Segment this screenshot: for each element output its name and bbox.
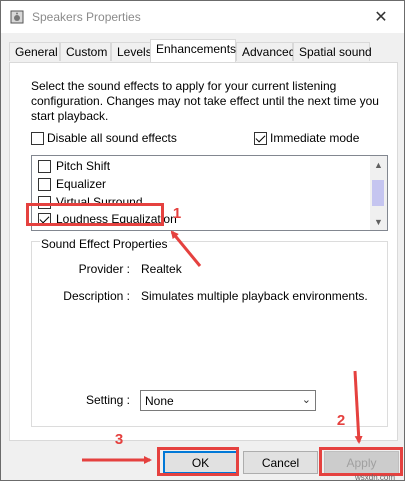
- setting-value: None: [145, 394, 174, 408]
- disable-all-checkbox[interactable]: [31, 132, 44, 145]
- setting-label: Setting :: [85, 393, 130, 407]
- enhancements-panel: Select the sound effects to apply for yo…: [9, 62, 398, 441]
- description-value: Simulates multiple playback environments…: [141, 289, 368, 303]
- step-1-badge: 1: [172, 204, 182, 222]
- effect-label: Pitch Shift: [56, 159, 111, 173]
- step-2-badge: 2: [336, 411, 346, 429]
- equalizer-checkbox[interactable]: [38, 178, 51, 191]
- tab-spatial-sound[interactable]: Spatial sound: [293, 42, 372, 61]
- disable-all-label: Disable all sound effects: [47, 131, 177, 145]
- speakers-properties-dialog: Speakers Properties ✕ General Custom Lev…: [0, 0, 405, 481]
- scroll-thumb[interactable]: [372, 180, 384, 206]
- chevron-down-icon: ⌄: [301, 394, 311, 406]
- step-3-badge: 3: [114, 430, 124, 448]
- immediate-mode-checkbox[interactable]: [254, 132, 267, 145]
- tab-custom[interactable]: Custom: [60, 42, 111, 61]
- tab-advanced[interactable]: Advanced: [236, 42, 295, 61]
- window-title: Speakers Properties: [32, 10, 141, 24]
- tab-levels[interactable]: Levels: [111, 42, 152, 61]
- provider-label: Provider :: [78, 262, 130, 276]
- highlight-loudness-equalization: [26, 203, 164, 226]
- setting-select[interactable]: None ⌄: [140, 390, 316, 411]
- description-label: Description :: [63, 289, 130, 303]
- highlight-ok-button: [157, 447, 239, 476]
- effects-scrollbar[interactable]: ▲ ▼: [370, 156, 387, 230]
- pitch-shift-checkbox[interactable]: [38, 160, 51, 173]
- provider-value: Realtek: [141, 262, 182, 276]
- close-button[interactable]: ✕: [358, 1, 404, 33]
- tab-enhancements[interactable]: Enhancements: [150, 39, 236, 62]
- speaker-icon: [10, 10, 24, 24]
- highlight-apply-button: [319, 447, 403, 476]
- cancel-button[interactable]: Cancel: [243, 451, 318, 474]
- title-bar: Speakers Properties ✕: [1, 1, 404, 33]
- immediate-mode-label: Immediate mode: [270, 131, 360, 145]
- tab-general[interactable]: General: [9, 42, 60, 61]
- intro-text: Select the sound effects to apply for yo…: [31, 79, 379, 123]
- watermark-text: wsxdn.com: [355, 473, 396, 482]
- close-icon: ✕: [374, 9, 388, 26]
- list-item[interactable]: Pitch Shift: [32, 158, 362, 175]
- list-item[interactable]: Equalizer: [32, 176, 362, 193]
- scroll-up-icon[interactable]: ▲: [370, 156, 387, 173]
- group-title: Sound Effect Properties: [40, 237, 169, 251]
- effect-label: Equalizer: [56, 177, 107, 191]
- scroll-down-icon[interactable]: ▼: [370, 213, 387, 230]
